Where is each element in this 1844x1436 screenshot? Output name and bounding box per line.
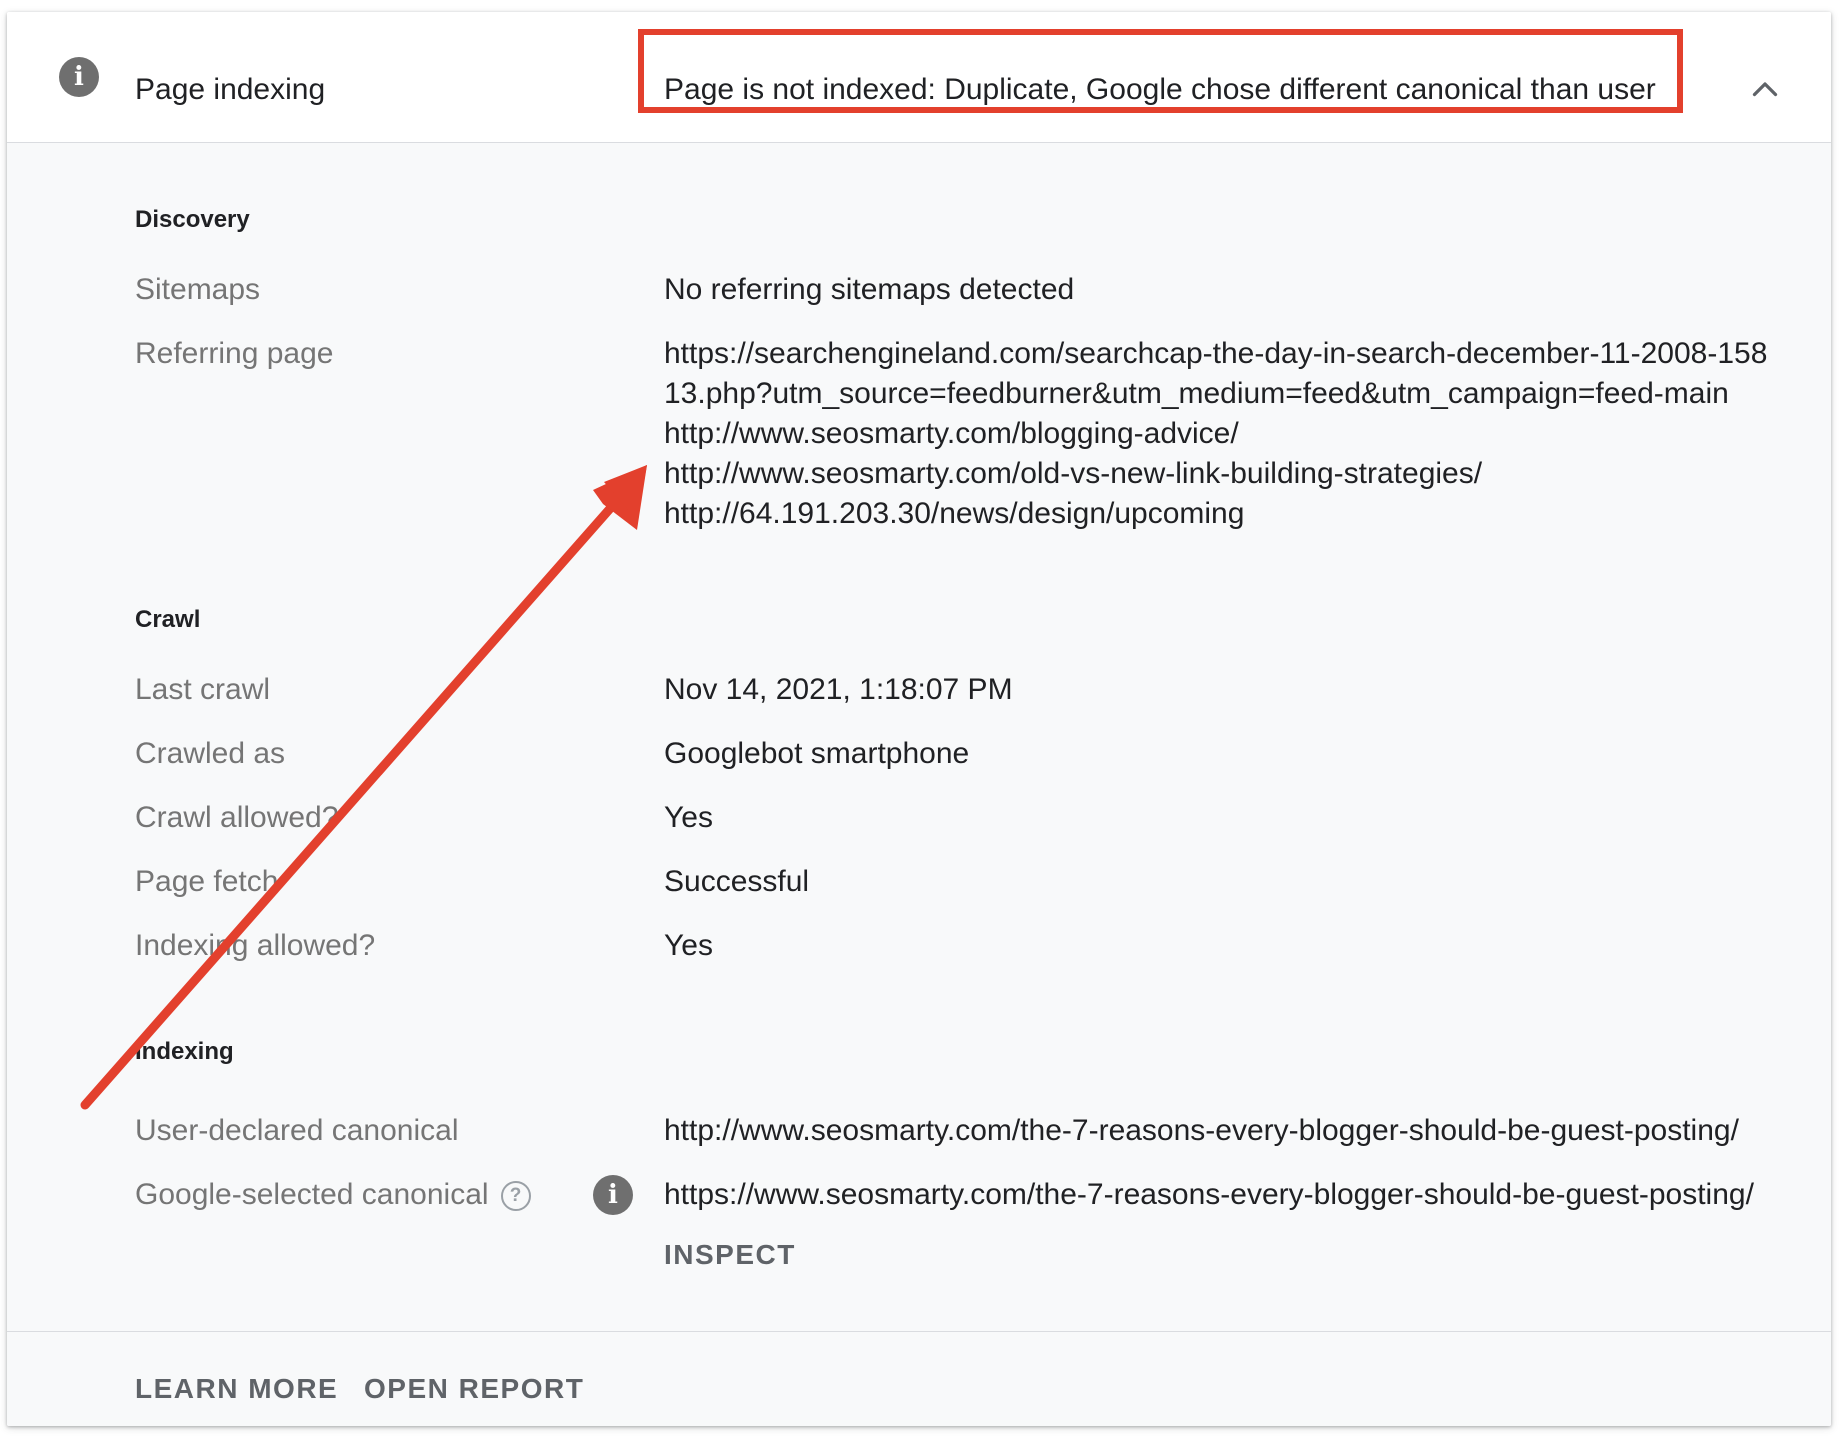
page-indexing-card: i Page indexing Page is not indexed: Dup… (7, 12, 1831, 1426)
learn-more-button[interactable]: LEARN MORE (135, 1373, 338, 1405)
crawl-allowed-label: Crawl allowed? (135, 801, 339, 834)
info-icon: i (59, 57, 99, 97)
referring-page-url: https://searchengineland.com/searchcap-t… (664, 337, 1768, 370)
indexing-allowed-value: Yes (664, 929, 713, 962)
google-canonical-label: Google-selected canonical? (135, 1175, 531, 1215)
page-indexing-header[interactable]: i Page indexing Page is not indexed: Dup… (7, 12, 1831, 143)
crawled-as-value: Googlebot smartphone (664, 737, 970, 770)
google-canonical-value: https://www.seosmarty.com/the-7-reasons-… (664, 1178, 1754, 1211)
help-icon[interactable]: ? (500, 1181, 531, 1212)
referring-page-url: http://www.seosmarty.com/blogging-advice… (664, 417, 1239, 450)
page-fetch-label: Page fetch (135, 865, 279, 898)
user-canonical-value: http://www.seosmarty.com/the-7-reasons-e… (664, 1114, 1739, 1147)
sitemaps-label: Sitemaps (135, 273, 261, 306)
crawled-as-label: Crawled as (135, 737, 286, 770)
referring-page-url: http://64.191.203.30/news/design/upcomin… (664, 497, 1245, 530)
crawl-section-title: Crawl (135, 606, 201, 633)
discovery-section-title: Discovery (135, 206, 250, 233)
referring-page-url: 13.php?utm_source=feedburner&utm_medium=… (664, 377, 1729, 410)
open-report-button[interactable]: OPEN REPORT (364, 1373, 584, 1405)
index-status-text: Page is not indexed: Duplicate, Google c… (664, 73, 1656, 106)
sitemaps-value: No referring sitemaps detected (664, 273, 1075, 306)
indexing-allowed-label: Indexing allowed? (135, 929, 376, 962)
indexing-section-title: Indexing (135, 1038, 234, 1065)
last-crawl-value: Nov 14, 2021, 1:18:07 PM (664, 673, 1013, 706)
inspect-button[interactable]: INSPECT (664, 1239, 796, 1271)
crawl-allowed-value: Yes (664, 801, 713, 834)
page-fetch-value: Successful (664, 865, 810, 898)
chevron-up-icon[interactable] (1747, 72, 1783, 108)
page-indexing-title: Page indexing (135, 73, 326, 106)
google-canonical-label-text: Google-selected canonical (135, 1178, 489, 1211)
last-crawl-label: Last crawl (135, 673, 271, 706)
referring-page-url: http://www.seosmarty.com/old-vs-new-link… (664, 457, 1483, 490)
user-canonical-label: User-declared canonical (135, 1114, 459, 1147)
referring-page-list: https://searchengineland.com/searchcap-t… (664, 334, 1767, 534)
canonical-info-icon[interactable]: i (593, 1175, 633, 1215)
referring-page-label: Referring page (135, 337, 334, 370)
